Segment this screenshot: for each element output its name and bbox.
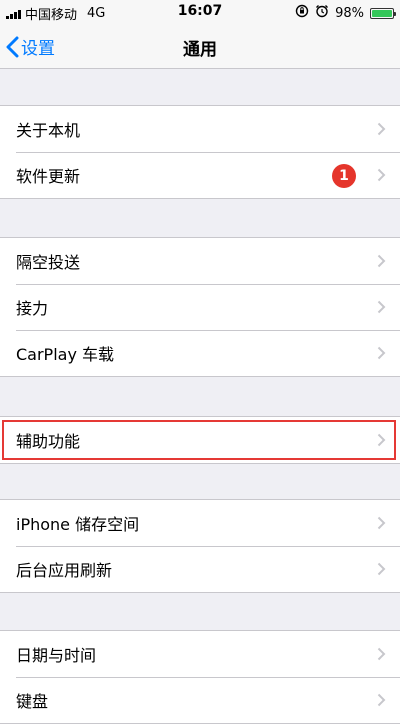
settings-group: iPhone 储存空间 后台应用刷新 (0, 499, 400, 593)
chevron-right-icon (377, 647, 386, 661)
list-item-background-refresh[interactable]: 后台应用刷新 (0, 546, 400, 592)
settings-group: 隔空投送 接力 CarPlay 车载 (0, 237, 400, 377)
list-item-iphone-storage[interactable]: iPhone 储存空间 (0, 500, 400, 546)
list-item-label: 软件更新 (16, 167, 81, 186)
list-item-label: 后台应用刷新 (16, 561, 113, 580)
nav-bar: 设置 通用 (0, 24, 400, 69)
notification-badge: 1 (332, 164, 356, 188)
page-title: 通用 (183, 40, 217, 60)
list-item-label: 日期与时间 (16, 646, 97, 665)
battery-fill (372, 9, 392, 17)
list-item-keyboard[interactable]: 键盘 (0, 677, 400, 723)
list-item-about[interactable]: 关于本机 (0, 106, 400, 152)
status-right: 98% (295, 4, 396, 22)
list-item-label: 关于本机 (16, 121, 81, 140)
highlight-box (2, 420, 396, 460)
list-item-label: iPhone 储存空间 (16, 515, 140, 534)
battery-tip (394, 11, 396, 16)
list-item-date-time[interactable]: 日期与时间 (0, 631, 400, 677)
chevron-right-icon (377, 254, 386, 268)
chevron-right-icon (377, 300, 386, 314)
alarm-icon (315, 4, 329, 22)
chevron-right-icon (377, 562, 386, 576)
list-item-software-update[interactable]: 软件更新 1 (0, 152, 400, 198)
battery-icon (370, 7, 396, 19)
list-item-handoff[interactable]: 接力 (0, 284, 400, 330)
list-item-label: 隔空投送 (16, 253, 81, 272)
chevron-right-icon (377, 693, 386, 707)
battery-percent: 98% (335, 5, 364, 21)
list-item-label: 键盘 (16, 692, 49, 711)
list-item-carplay[interactable]: CarPlay 车载 (0, 330, 400, 376)
status-bar: 中国移动 4G 16:07 98% (0, 0, 400, 24)
chevron-right-icon (377, 346, 386, 360)
chevron-right-icon (377, 122, 386, 136)
list-item-label: 接力 (16, 299, 49, 318)
chevron-right-icon (377, 168, 386, 182)
list-item-label: CarPlay 车载 (16, 345, 115, 364)
settings-group: 日期与时间 键盘 (0, 630, 400, 724)
settings-group: 关于本机 软件更新 1 (0, 105, 400, 199)
chevron-right-icon (377, 516, 386, 530)
orientation-lock-icon (295, 4, 309, 22)
list-item-airdrop[interactable]: 隔空投送 (0, 238, 400, 284)
